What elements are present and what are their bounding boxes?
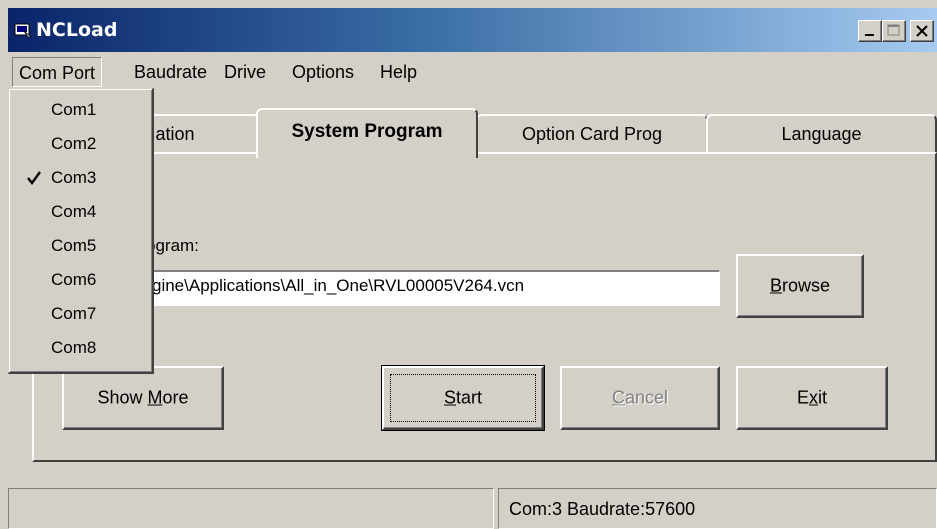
tab-language-label: Language xyxy=(781,124,862,144)
program-path-field[interactable]: gine\Applications\All_in_One\RVL00005V26… xyxy=(144,270,720,306)
menu-com-port[interactable]: Com Port xyxy=(12,57,103,87)
menu-item-com3[interactable]: Com3 xyxy=(9,161,149,195)
maximize-icon xyxy=(887,24,900,36)
menu-drive[interactable]: Drive xyxy=(218,57,272,87)
minimize-icon xyxy=(865,34,874,36)
tab-system-program-label: System Program xyxy=(291,121,443,142)
system-program-panel: ogram: gine\Applications\All_in_One\RVL0… xyxy=(32,152,937,462)
app-icon xyxy=(14,23,32,38)
com1-label: Com1 xyxy=(51,100,97,119)
browse-button[interactable]: Browse xyxy=(736,254,864,318)
menu-item-com5[interactable]: Com5 xyxy=(9,229,149,263)
exit-button[interactable]: Exit xyxy=(736,366,888,430)
menu-item-com8[interactable]: Com8 xyxy=(9,331,149,365)
title-bar[interactable]: NCLoad xyxy=(8,8,937,52)
menu-item-com6[interactable]: Com6 xyxy=(9,263,149,297)
exit-button-label: Exit xyxy=(796,387,827,408)
menu-baudrate[interactable]: Baudrate xyxy=(128,57,213,87)
show-more-button[interactable]: Show More xyxy=(62,366,224,430)
tab-option-card-prog[interactable]: Option Card Prog xyxy=(476,114,708,154)
minimize-button[interactable] xyxy=(858,20,882,42)
start-button[interactable]: Start xyxy=(381,365,545,431)
app-window: NCLoad Com Port Baudrate Drive Options H… xyxy=(0,0,937,529)
close-icon xyxy=(916,25,928,37)
maximize-button[interactable] xyxy=(882,20,906,42)
browse-button-label: Browse xyxy=(769,275,831,296)
tab-option-card-prog-label: Option Card Prog xyxy=(521,124,663,144)
status-pane-connection: Com:3 Baudrate:57600 xyxy=(498,488,937,529)
com5-label: Com5 xyxy=(51,236,97,255)
status-bar: Com:3 Baudrate:57600 xyxy=(8,488,937,529)
checkmark-icon xyxy=(27,171,41,185)
com6-label: Com6 xyxy=(51,270,97,289)
tab-configuration-label: ation xyxy=(155,124,195,144)
cancel-button[interactable]: Cancel xyxy=(560,366,720,430)
window-title: NCLoad xyxy=(36,19,118,41)
tab-system-program[interactable]: System Program xyxy=(256,108,478,158)
com7-label: Com7 xyxy=(51,304,97,323)
menu-item-com1[interactable]: Com1 xyxy=(9,93,149,127)
com-port-menu: Com1 Com2 Com3 Com4 Com5 Com6 Com7 Com8 xyxy=(8,88,154,374)
com3-label: Com3 xyxy=(51,168,97,187)
com2-label: Com2 xyxy=(51,134,97,153)
tab-language[interactable]: Language xyxy=(706,114,937,154)
menu-help[interactable]: Help xyxy=(374,57,423,87)
com8-label: Com8 xyxy=(51,338,97,357)
show-more-button-label: Show More xyxy=(97,387,189,408)
com4-label: Com4 xyxy=(51,202,97,221)
close-button[interactable] xyxy=(910,20,934,42)
menu-item-com7[interactable]: Com7 xyxy=(9,297,149,331)
menu-bar: Com Port Baudrate Drive Options Help xyxy=(8,56,937,87)
status-pane-left xyxy=(8,488,494,529)
menu-options[interactable]: Options xyxy=(286,57,360,87)
menu-item-com4[interactable]: Com4 xyxy=(9,195,149,229)
cancel-button-label: Cancel xyxy=(611,387,669,408)
start-button-label: Start xyxy=(443,387,483,408)
menu-item-com2[interactable]: Com2 xyxy=(9,127,149,161)
